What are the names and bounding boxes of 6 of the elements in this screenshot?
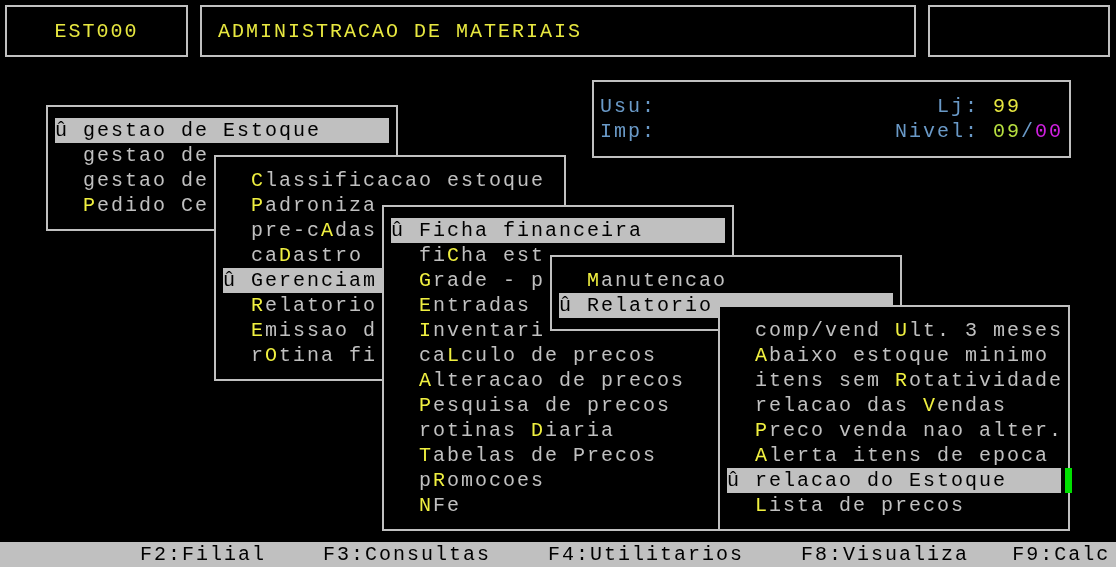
user-label: Usu: bbox=[600, 94, 656, 119]
store-field: Lj: 99 bbox=[936, 94, 1063, 119]
window-title: ADMINISTRACAO DE MATERIAIS bbox=[218, 18, 583, 44]
level-field: Nivel: 09/00 bbox=[894, 119, 1063, 144]
printer-label: Imp: bbox=[600, 119, 656, 144]
program-code: EST000 bbox=[54, 18, 139, 44]
